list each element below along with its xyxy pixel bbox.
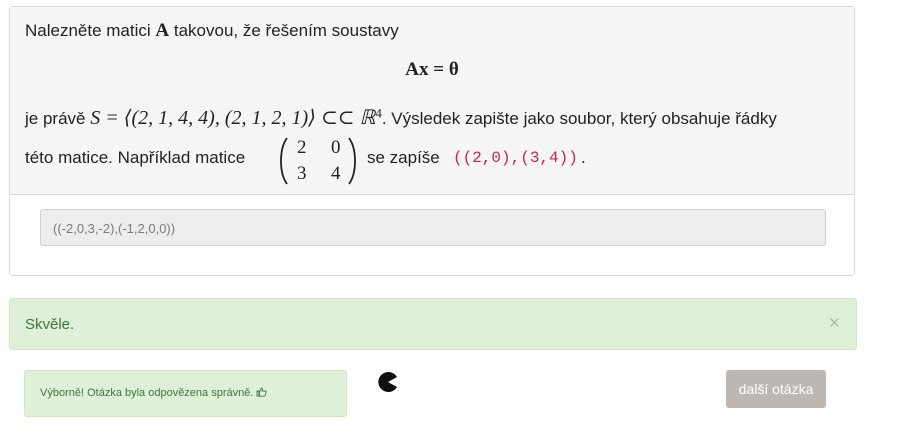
alert-message: Skvěle. (25, 316, 75, 333)
next-question-button[interactable]: další otázka (726, 370, 826, 408)
line2-suffix: . Výsledek zapište jako soubor, který ob… (381, 109, 777, 128)
question-panel: Nalezněte matici A takovou, že řešením s… (10, 7, 854, 195)
line3-mid: se zapíše (367, 148, 440, 167)
pacman-icon (378, 372, 397, 392)
code-example: ((2,0),(3,4)) (453, 149, 578, 167)
matrix-cell: 0 (331, 137, 341, 158)
matrix-cell: 3 (297, 163, 307, 184)
matrix-symbol: A (155, 20, 170, 41)
matrix-cell: 4 (331, 163, 341, 184)
line3-end: . (581, 148, 586, 167)
question-card: Nalezněte matici A takovou, že řešením s… (9, 6, 855, 276)
question-intro: Nalezněte matici (25, 21, 151, 40)
success-alert: Skvěle. × (9, 298, 857, 350)
example-matrix: 2 0 3 4 (291, 135, 343, 187)
matrix-cell: 2 (297, 137, 307, 158)
equation-text: Ax = θ (405, 59, 459, 80)
answer-field[interactable]: ((-2,0,3,-2),(-1,2,0,0)) (40, 209, 826, 246)
question-line-1: Nalezněte matici A takovou, že řešením s… (25, 20, 399, 42)
close-icon[interactable]: × (829, 314, 840, 334)
line2-prefix: je právě (25, 109, 86, 128)
thumbs-up-icon (257, 387, 268, 397)
right-paren (348, 137, 356, 185)
line3-prefix: této matice. Například matice (25, 148, 246, 167)
equation: Ax = θ (10, 59, 854, 81)
left-paren (280, 137, 288, 185)
feedback-text: Výborně! Otázka byla odpovězena správně. (40, 387, 254, 399)
feedback-alert: Výborně! Otázka byla odpovězena správně. (24, 370, 347, 417)
question-intro-rest: takovou, že řešením soustavy (173, 21, 399, 40)
question-line-2: je právě S = ⟨(2, 1, 4, 4), (2, 1, 2, 1)… (25, 105, 777, 130)
solution-set-math: S = ⟨(2, 1, 4, 4), (2, 1, 2, 1)⟩ ⊂⊂ ℝ (90, 107, 376, 129)
